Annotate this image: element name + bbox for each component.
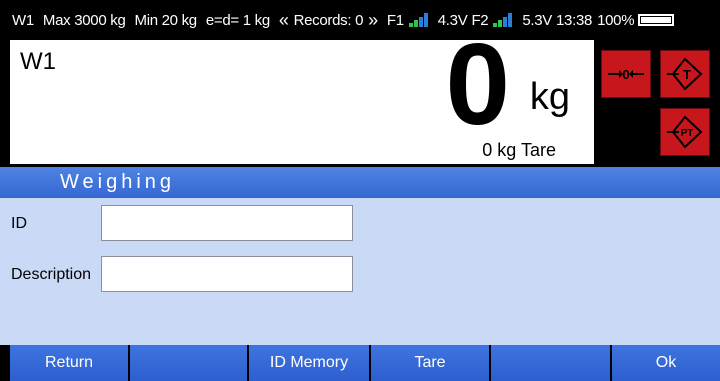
tare-button[interactable]: Tare xyxy=(371,345,491,381)
form-title: Weighing xyxy=(0,167,720,198)
description-input[interactable] xyxy=(101,256,353,292)
id-input[interactable] xyxy=(101,205,353,241)
status-scale-name: W1 xyxy=(12,11,34,29)
tare-key-button[interactable]: T xyxy=(660,50,710,98)
status-records: Records: 0 xyxy=(293,11,364,29)
tare-key-text: T xyxy=(683,67,691,82)
tare-value: 0 kg Tare xyxy=(482,140,556,160)
status-f1-label: F1 xyxy=(386,11,404,29)
status-min-capacity: Min 20 kg xyxy=(134,11,198,29)
preset-tare-key-icon: PT xyxy=(667,115,703,149)
id-label: ID xyxy=(11,215,27,232)
id-memory-button[interactable]: ID Memory xyxy=(249,345,371,381)
function-key-5-button[interactable] xyxy=(491,345,612,381)
zero-key-button[interactable]: 0 xyxy=(601,50,651,98)
return-button[interactable]: Return xyxy=(10,345,130,381)
status-max-capacity: Max 3000 kg xyxy=(42,11,126,29)
ok-button[interactable]: Ok xyxy=(612,345,720,381)
status-battery: 100% xyxy=(597,11,635,29)
function-key-bar: Return ID Memory Tare Ok xyxy=(0,345,720,381)
battery-icon xyxy=(638,14,675,26)
status-bar: W1 Max 3000 kg Min 20 kg e=d= 1 kg « Rec… xyxy=(12,5,720,35)
function-key-2-button[interactable] xyxy=(130,345,249,381)
weight-display: W1 0 kg xyxy=(10,26,594,142)
f1-signal-icon xyxy=(408,13,429,27)
zero-key-text: 0 xyxy=(622,67,629,82)
weight-unit: kg xyxy=(529,76,570,118)
top-panel: W1 Max 3000 kg Min 20 kg e=d= 1 kg « Rec… xyxy=(0,0,720,167)
display-scale-name: W1 xyxy=(20,48,56,75)
tare-readout: 0 kg Tare xyxy=(10,137,594,164)
tare-key-icon: T xyxy=(667,57,703,91)
zero-key-icon: 0 xyxy=(608,67,644,82)
status-division: e=d= 1 kg xyxy=(205,11,270,29)
preset-tare-key-button[interactable]: PT xyxy=(660,108,710,156)
weight-value: 0 xyxy=(445,19,510,149)
records-left-icon: « xyxy=(278,9,289,30)
preset-tare-key-text: PT xyxy=(681,128,694,139)
status-f2-voltage: 5.3V xyxy=(522,11,553,29)
weighing-form: Weighing ID Description xyxy=(0,167,720,345)
description-label: Description xyxy=(11,266,92,283)
status-time: 13:38 xyxy=(556,11,593,29)
records-right-icon: » xyxy=(368,9,378,30)
